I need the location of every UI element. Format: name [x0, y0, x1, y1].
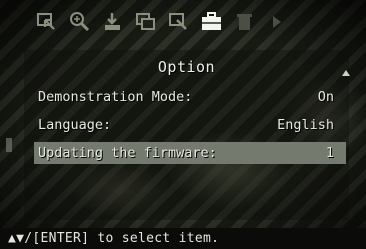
zoom-icon[interactable]: [69, 11, 90, 32]
menu-item-value: English: [277, 117, 334, 133]
transfer-icon[interactable]: [102, 11, 123, 32]
menu-title: Option: [157, 58, 216, 76]
menu-item-label: Language:: [38, 117, 112, 133]
option-menu-panel: Option Demonstration Mode: On Language: …: [24, 50, 350, 220]
menu-item-value: On: [317, 89, 334, 105]
select-icon[interactable]: [36, 11, 57, 32]
edit-icon[interactable]: [168, 11, 189, 32]
menu-item-value: 1: [325, 145, 334, 161]
menu-item-updating-firmware[interactable]: Updating the firmware: 1: [34, 142, 346, 164]
trash-icon[interactable]: [234, 11, 255, 32]
navigation-hint: ▲▼/[ENTER] to select item.: [0, 228, 366, 249]
scroll-up-arrow-icon[interactable]: [342, 70, 350, 76]
menu-item-language[interactable]: Language: English: [34, 114, 346, 136]
arrow-right-icon[interactable]: [267, 11, 288, 32]
copy-icon[interactable]: [135, 11, 156, 32]
mode-toolbar: [36, 6, 356, 36]
menu-item-label: Updating the firmware:: [38, 145, 217, 161]
left-edge-marker: [6, 138, 12, 152]
toolbox-icon[interactable]: [201, 11, 222, 32]
menu-item-label: Demonstration Mode:: [38, 89, 193, 105]
menu-item-demonstration-mode[interactable]: Demonstration Mode: On: [34, 86, 346, 108]
